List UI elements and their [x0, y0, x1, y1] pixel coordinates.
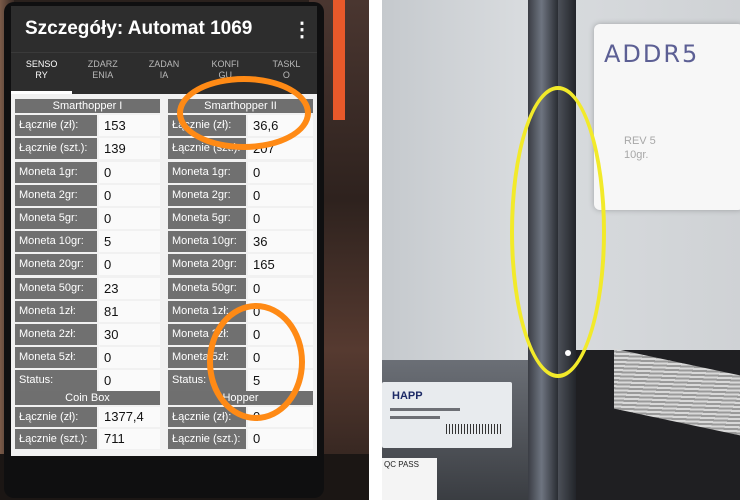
sensor-row: Łącznie (zł): 1377,4 — [15, 407, 160, 427]
sensor-row: Moneta 50gr: 0 — [168, 277, 313, 299]
sensor-value: 0 — [99, 207, 160, 229]
sensor-label: Moneta 10gr: — [168, 231, 246, 253]
sensor-value: 23 — [99, 277, 160, 299]
sensor-value: 0 — [99, 184, 160, 206]
sensor-value: 0 — [248, 277, 313, 299]
sensor-row: Moneta 10gr: 36 — [168, 231, 313, 253]
sensor-label: Moneta 5gr: — [15, 207, 97, 229]
sensor-row: Moneta 1gr: 0 — [168, 161, 313, 183]
sensor-row: Łącznie (szt.): 139 — [15, 138, 160, 160]
sensor-label: Moneta 10gr: — [15, 231, 97, 253]
sensor-label: Łącznie (zł): — [15, 115, 97, 137]
sensor-value: 81 — [99, 300, 160, 322]
sensor-value: 0 — [248, 161, 313, 183]
sensor-row: Moneta 20gr: 165 — [168, 254, 313, 276]
sensor-row: Moneta 5gr: 0 — [168, 207, 313, 229]
phone-photo: Szczegóły: Automat 1069 ⋮ SENSO RY ZDARZ E… — [0, 0, 369, 500]
orange-strip — [333, 0, 345, 120]
sensor-value: 0 — [99, 161, 160, 183]
sensor-value: 165 — [248, 254, 313, 276]
label-handwriting: ADDR5 — [604, 40, 700, 68]
sensor-label: Moneta 5gr: — [168, 207, 246, 229]
sensor-value: 30 — [99, 323, 160, 345]
sensor-row: Moneta 20gr: 0 — [15, 254, 160, 276]
sensor-row: Moneta 1zł: 81 — [15, 300, 160, 322]
sensor-value: 0 — [248, 184, 313, 206]
sensor-label: Moneta 2gr: — [168, 184, 246, 206]
sensor-label: Moneta 2zł: — [15, 323, 97, 345]
phone-screen: Szczegóły: Automat 1069 ⋮ SENSO RY ZDARZ E… — [11, 6, 317, 456]
sensor-row: Moneta 5zł: 0 — [15, 347, 160, 369]
sensor-value: 711 — [99, 429, 160, 449]
sensor-row: Moneta 10gr: 5 — [15, 231, 160, 253]
sensor-row: Moneta 5gr: 0 — [15, 207, 160, 229]
sensor-label: Moneta 1zł: — [15, 300, 97, 322]
sensor-row: Moneta 2gr: 0 — [168, 184, 313, 206]
machine-photo: ADDR5 REV 5 10gr. HAPP QC PASS — [382, 0, 740, 500]
address-label-card: ADDR5 REV 5 10gr. — [594, 24, 740, 210]
sticker-line — [390, 408, 460, 411]
sensor-label: Łącznie (zł): — [15, 407, 97, 427]
sensor-value: 36 — [248, 231, 313, 253]
happ-sticker: HAPP — [382, 382, 512, 448]
sensor-label: Łącznie (szt.): — [168, 429, 246, 449]
qc-pass-sticker: QC PASS — [382, 458, 437, 500]
sensor-value: 0 — [99, 347, 160, 369]
sensor-value: 0 — [99, 254, 160, 276]
sensor-value: 5 — [99, 231, 160, 253]
sensor-row: Łącznie (szt.): 711 — [15, 429, 160, 449]
sensor-row: Moneta 2zł: 30 — [15, 323, 160, 345]
qc-pass-text: QC PASS — [384, 460, 419, 469]
sensor-row: Łącznie (szt.): 0 — [168, 429, 313, 449]
annotation-ellipse-top — [177, 76, 311, 150]
more-vert-icon[interactable]: ⋮ — [287, 17, 317, 42]
sensor-label: Moneta 50gr: — [168, 277, 246, 299]
sensor-label: Moneta 2gr: — [15, 184, 97, 206]
annotation-ellipse-yellow — [510, 86, 606, 378]
sensor-label: Moneta 20gr: — [168, 254, 246, 276]
sensor-value: 0 — [248, 429, 313, 449]
photo-divider — [369, 0, 382, 500]
sensor-row: Łącznie (zł): 153 — [15, 115, 160, 137]
sensor-row: Moneta 50gr: 23 — [15, 277, 160, 299]
coinbox-section: Coin Box Łącznie (zł): 1377,4 Łącznie (szt… — [15, 391, 160, 449]
sensor-label: Łącznie (szt.): — [15, 138, 97, 160]
sensor-value: 0 — [248, 207, 313, 229]
tab-tasks[interactable]: ZADAN IA — [133, 53, 194, 94]
sensor-label: Moneta 1gr: — [15, 161, 97, 183]
section-title: Smarthopper I — [15, 99, 160, 113]
barcode — [446, 424, 502, 434]
page-title: Szczegóły: Automat 1069 — [25, 18, 253, 39]
sensor-label: Łącznie (szt.): — [15, 429, 97, 449]
tab-events[interactable]: ZDARZ ENIA — [72, 53, 133, 94]
sensor-value: 0 — [99, 370, 160, 392]
sensor-row: Moneta 1gr: 0 — [15, 161, 160, 183]
sensor-label: Moneta 20gr: — [15, 254, 97, 276]
sensor-label: Moneta 1gr: — [168, 161, 246, 183]
sensor-row: Status: 0 — [15, 370, 160, 392]
label-faint-text: REV 5 10gr. — [624, 135, 656, 161]
section-title: Coin Box — [15, 391, 160, 405]
annotation-ellipse-bottom — [207, 303, 305, 421]
sensor-value: 139 — [99, 138, 160, 160]
app-bar: Szczegóły: Automat 1069 ⋮ — [11, 6, 317, 52]
tab-sensory[interactable]: SENSO RY — [11, 53, 73, 94]
happ-logo: HAPP — [392, 390, 423, 402]
sticker-line — [390, 416, 440, 419]
sensor-label: Moneta 50gr: — [15, 277, 97, 299]
sensor-label: Moneta 5zł: — [15, 347, 97, 369]
sensor-value: 153 — [99, 115, 160, 137]
sensor-row: Moneta 2gr: 0 — [15, 184, 160, 206]
sensor-value: 1377,4 — [99, 407, 160, 427]
sensor-label: Status: — [15, 370, 97, 392]
phone-device: Szczegóły: Automat 1069 ⋮ SENSO RY ZDARZ E… — [4, 2, 324, 498]
smarthopper1-section: Smarthopper I Łącznie (zł): 153 Łącznie (s… — [15, 99, 160, 392]
